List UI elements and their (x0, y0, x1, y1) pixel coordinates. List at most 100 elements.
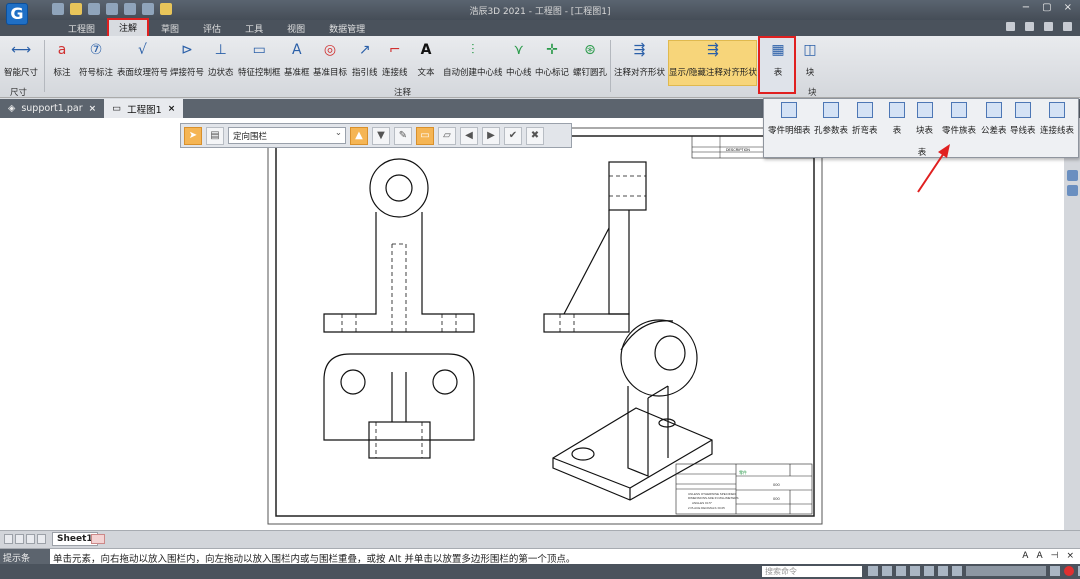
center-mark-button[interactable]: ✛ 中心标记 (535, 40, 569, 78)
prev-sheet-icon[interactable] (15, 534, 24, 544)
close-button[interactable]: × (1064, 2, 1072, 13)
help-side-icon[interactable] (1066, 185, 1078, 196)
fence-inside-button[interactable]: ▭ (416, 126, 434, 145)
next-button[interactable]: ▶ (482, 126, 500, 145)
accept-button[interactable]: ✔ (504, 126, 522, 145)
cancel-button[interactable]: ✖ (526, 126, 544, 145)
menu-item-bend-table[interactable]: 折弯表 (852, 102, 878, 136)
align-shape-button[interactable]: ⇶ 注释对齐形状 (614, 40, 665, 78)
leader-icon: ↗ (358, 42, 371, 58)
minimize-button[interactable]: − (1022, 2, 1030, 13)
auto-centerline-button[interactable]: ⫶ 自动创建中心线 (443, 40, 503, 78)
add-sheet-icon[interactable] (91, 534, 105, 544)
last-sheet-icon[interactable] (37, 534, 46, 544)
title-bar: 浩辰3D 2021 - 工程图 - [工程图1] − ▢ × (0, 0, 1080, 20)
snap-icon[interactable] (952, 566, 962, 576)
fit-icon[interactable] (910, 566, 920, 576)
view-icon[interactable] (1066, 170, 1078, 181)
datum-target-icon: ◎ (323, 42, 337, 58)
menu-item-label: 块表 (916, 126, 934, 136)
button-label: 表面纹理符号 (117, 68, 169, 78)
fence-overlap-button[interactable]: ▱ (438, 126, 456, 145)
bolt-hole-circle-button[interactable]: ⊛ 螺钉圆孔 (573, 40, 607, 78)
menu-item-wire-table[interactable]: 导线表 (1010, 102, 1036, 136)
text-button[interactable]: A 文本 (416, 40, 436, 78)
part-file-icon: ◈ (8, 103, 16, 114)
text-icon: A (420, 42, 432, 58)
menu-item-hole-table[interactable]: 孔参数表 (814, 102, 848, 136)
zoom-in-icon[interactable] (1050, 566, 1060, 576)
select-down-button[interactable]: ▼ (372, 126, 390, 145)
fence-mode-dropdown[interactable]: 定向围栏 (228, 127, 346, 144)
block-button[interactable]: ◫ 块 (800, 40, 820, 78)
pin-icon[interactable]: ⊣ (1051, 551, 1059, 561)
block-table-icon (916, 102, 933, 118)
restore-icon[interactable] (1044, 22, 1053, 31)
tab-annotation[interactable]: 注解 (107, 18, 150, 38)
edge-condition-button[interactable]: ⊥ 边状态 (208, 40, 234, 78)
font-increase-icon[interactable]: A (1022, 551, 1028, 561)
callout-button[interactable]: a 标注 (52, 40, 72, 78)
grid-icon[interactable] (938, 566, 948, 576)
feature-control-frame-button[interactable]: ▭ 特征控制框 (238, 40, 281, 78)
select-highlight-button[interactable]: ✎ (394, 126, 412, 145)
menu-item-parts-list[interactable]: 零件明细表 (768, 102, 811, 136)
select-arrow-button[interactable]: ➤ (184, 126, 202, 145)
button-label: 自动创建中心线 (443, 68, 503, 78)
doc-tab-support1[interactable]: ◈ support1.par × (0, 99, 104, 118)
tab-view[interactable]: 视图 (275, 20, 317, 36)
table-button[interactable]: ▦ 表 (768, 40, 788, 78)
sheet-navigation (4, 534, 46, 544)
close-doc-icon[interactable] (1063, 22, 1072, 31)
weld-symbol-button[interactable]: ⊳ 焊接符号 (170, 40, 204, 78)
centerline-button[interactable]: ⋎ 中心线 (506, 40, 532, 78)
command-search-input[interactable]: 搜索命令 (762, 566, 862, 577)
maximize-button[interactable]: ▢ (1042, 2, 1051, 13)
menu-item-connector-table[interactable]: 连接线表 (1040, 102, 1074, 136)
menu-item-block-table[interactable]: 块表 (916, 102, 933, 136)
menu-item-tolerance-table[interactable]: 公差表 (981, 102, 1007, 136)
leader-button[interactable]: ↗ 指引线 (352, 40, 378, 78)
balloon-button[interactable]: ⑦ 符号标注 (79, 40, 113, 78)
smart-dimension-button[interactable]: ⟷ 智能尺寸 (4, 40, 38, 78)
tab-sketch[interactable]: 草图 (149, 20, 191, 36)
help-icon[interactable] (1025, 22, 1034, 31)
properties-button[interactable]: ▤ (206, 126, 224, 145)
align-shape-icon: ⇶ (633, 42, 646, 58)
datum-frame-button[interactable]: A 基准框 (284, 40, 310, 78)
arrow-icon[interactable] (868, 566, 878, 576)
tab-tools[interactable]: 工具 (233, 20, 275, 36)
next-sheet-icon[interactable] (26, 534, 35, 544)
doc-tab-drawing1[interactable]: ▭ 工程图1 × (104, 99, 184, 118)
tab-data-management[interactable]: 数据管理 (317, 20, 377, 36)
zoom-area-icon[interactable] (882, 566, 892, 576)
close-icon[interactable]: × (1066, 551, 1074, 561)
close-icon[interactable]: × (89, 104, 97, 114)
button-label: 螺钉圆孔 (573, 68, 608, 78)
record-icon[interactable] (1064, 566, 1074, 576)
first-sheet-icon[interactable] (4, 534, 13, 544)
font-decrease-icon[interactable]: A (1036, 551, 1042, 561)
title-block-note: ANGLES ±0.5° (692, 501, 713, 505)
zoom-slider-icon[interactable] (966, 566, 1046, 576)
sheet-border (267, 127, 823, 525)
tab-evaluate[interactable]: 评估 (191, 20, 233, 36)
connector-button[interactable]: ⌐ 连接线 (382, 40, 408, 78)
close-icon[interactable]: × (168, 104, 176, 114)
hole-table-icon (823, 102, 839, 118)
datum-target-button[interactable]: ◎ 基准目标 (313, 40, 347, 78)
bend-table-icon (856, 102, 873, 118)
surface-texture-button[interactable]: √ 表面纹理符号 (117, 40, 168, 78)
app-logo[interactable]: G (6, 3, 28, 25)
feature-control-frame-icon: ▭ (252, 42, 266, 58)
group-separator (44, 40, 45, 92)
pan-icon[interactable] (924, 566, 934, 576)
menu-item-family-table[interactable]: 零件族表 (942, 102, 976, 136)
show-hide-align-button[interactable]: ⇶ 显示/隐藏注释对齐形状 (669, 40, 757, 78)
tab-drawing[interactable]: 工程图 (56, 20, 107, 36)
theme-icon[interactable] (1006, 22, 1015, 31)
zoom-icon[interactable] (896, 566, 906, 576)
previous-button[interactable]: ◀ (460, 126, 478, 145)
menu-item-table[interactable]: 表 (889, 102, 905, 136)
select-up-button[interactable]: ▲ (350, 126, 368, 145)
